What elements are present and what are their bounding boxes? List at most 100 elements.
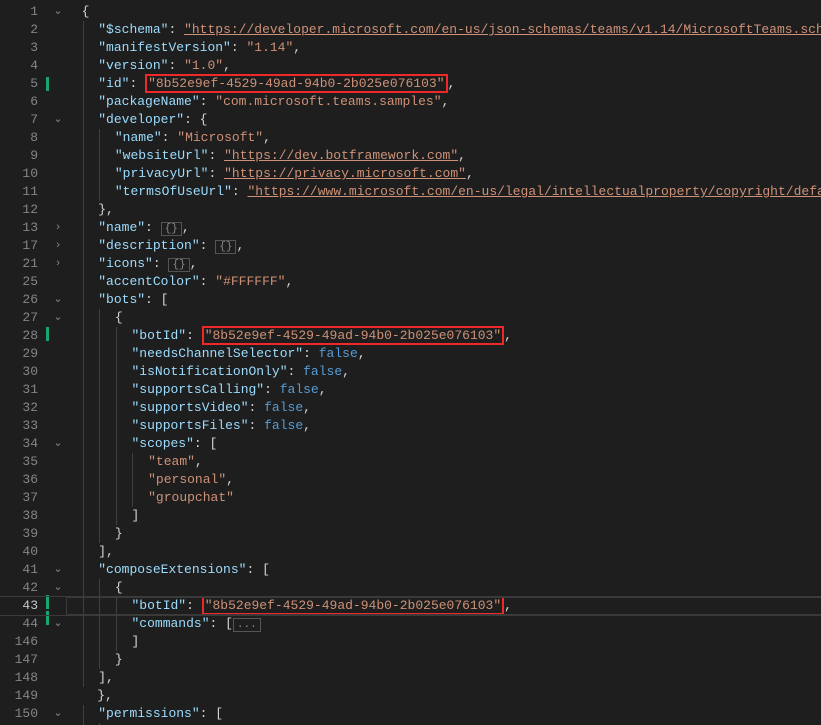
line-number: 8 [0, 129, 38, 147]
code-line[interactable]: "privacyUrl": "https://privacy.microsoft… [66, 165, 821, 183]
fold-closed-icon[interactable] [50, 237, 66, 255]
json-string: "personal" [148, 472, 226, 487]
json-key: "version" [98, 58, 168, 73]
json-key: "composeExtensions" [98, 562, 246, 577]
fold-closed-icon[interactable] [50, 219, 66, 237]
collapsed-region[interactable]: {} [215, 240, 236, 254]
code-line[interactable]: ] [66, 507, 821, 525]
line-number: 27 [0, 309, 38, 327]
json-link[interactable]: "https://developer.microsoft.com/en-us/j… [184, 22, 821, 37]
code-line[interactable]: { [66, 3, 821, 21]
fold-open-icon[interactable] [50, 705, 66, 723]
code-line[interactable]: "botId": "8b52e9ef-4529-49ad-94b0-2b025e… [66, 597, 821, 615]
code-line[interactable]: "scopes": [ [66, 435, 821, 453]
code-line[interactable]: ], [66, 669, 821, 687]
punctuation: }, [82, 688, 113, 703]
code-line[interactable]: "description": {}, [66, 237, 821, 255]
code-line[interactable]: "team", [66, 453, 821, 471]
json-boolean: false [264, 400, 303, 415]
blank [50, 39, 66, 57]
fold-open-icon[interactable] [50, 579, 66, 597]
code-line[interactable]: "termsOfUseUrl": "https://www.microsoft.… [66, 183, 821, 201]
code-line[interactable]: "packageName": "com.microsoft.teams.samp… [66, 93, 821, 111]
code-line[interactable]: "developer": { [66, 111, 821, 129]
fold-column[interactable] [50, 0, 66, 725]
code-line[interactable]: "id": "8b52e9ef-4529-49ad-94b0-2b025e076… [66, 75, 821, 93]
line-number: 38 [0, 507, 38, 525]
json-link[interactable]: "https://www.microsoft.com/en-us/legal/i… [248, 184, 821, 199]
json-string: "1.0" [184, 58, 223, 73]
fold-open-icon[interactable] [50, 291, 66, 309]
line-number: 25 [0, 273, 38, 291]
punctuation: : [249, 400, 265, 415]
code-line[interactable]: "$schema": "https://developer.microsoft.… [66, 21, 821, 39]
line-number: 44 [0, 615, 38, 633]
blank [50, 543, 66, 561]
code-line[interactable]: }, [66, 201, 821, 219]
punctuation: : [168, 58, 184, 73]
json-link[interactable]: "https://dev.botframework.com" [224, 148, 458, 163]
punctuation: , [226, 472, 234, 487]
code-line[interactable]: "groupchat" [66, 489, 821, 507]
code-line[interactable]: "manifestVersion": "1.14", [66, 39, 821, 57]
json-string: "8b52e9ef-4529-49ad-94b0-2b025e076103" [205, 598, 501, 613]
code-line[interactable]: "supportsCalling": false, [66, 381, 821, 399]
json-link[interactable]: "https://privacy.microsoft.com" [224, 166, 466, 181]
code-line[interactable]: ], [66, 543, 821, 561]
code-line[interactable]: "icons": {}, [66, 255, 821, 273]
line-number: 150 [0, 705, 38, 723]
code-line[interactable]: } [66, 525, 821, 543]
punctuation: : [ [145, 292, 168, 307]
punctuation: } [115, 652, 123, 667]
fold-open-icon[interactable] [50, 111, 66, 129]
code-content[interactable]: { "$schema": "https://developer.microsof… [66, 0, 821, 725]
punctuation: : [231, 40, 247, 55]
code-line[interactable]: "name": "Microsoft", [66, 129, 821, 147]
code-line[interactable]: { [66, 309, 821, 327]
code-line[interactable]: "supportsVideo": false, [66, 399, 821, 417]
punctuation: , [504, 598, 512, 613]
code-line[interactable]: "bots": [ [66, 291, 821, 309]
modified-indicator [46, 77, 49, 91]
fold-open-icon[interactable] [50, 561, 66, 579]
line-number: 33 [0, 417, 38, 435]
collapsed-region[interactable]: {} [168, 258, 189, 272]
collapsed-region[interactable]: {} [161, 222, 182, 236]
collapsed-region[interactable]: ... [233, 618, 261, 632]
highlighted-value: "8b52e9ef-4529-49ad-94b0-2b025e076103" [202, 326, 504, 345]
json-string: "Microsoft" [177, 130, 263, 145]
line-number: 32 [0, 399, 38, 417]
code-line[interactable]: "supportsFiles": false, [66, 417, 821, 435]
code-line[interactable]: "websiteUrl": "https://dev.botframework.… [66, 147, 821, 165]
blank [50, 399, 66, 417]
code-line[interactable]: "permissions": [ [66, 705, 821, 723]
code-line[interactable]: } [66, 651, 821, 669]
fold-closed-icon[interactable] [50, 255, 66, 273]
punctuation: : [208, 148, 224, 163]
blank [50, 345, 66, 363]
code-line[interactable]: { [66, 579, 821, 597]
code-line[interactable]: "botId": "8b52e9ef-4529-49ad-94b0-2b025e… [66, 327, 821, 345]
punctuation: ], [98, 670, 114, 685]
code-line[interactable]: "personal", [66, 471, 821, 489]
line-number: 37 [0, 489, 38, 507]
code-line[interactable]: ] [66, 633, 821, 651]
code-line[interactable]: "commands": [... [66, 615, 821, 633]
fold-open-icon[interactable] [50, 309, 66, 327]
json-key: "supportsCalling" [131, 382, 264, 397]
code-line[interactable]: "name": {}, [66, 219, 821, 237]
fold-open-icon[interactable] [50, 615, 66, 633]
code-line[interactable]: "accentColor": "#FFFFFF", [66, 273, 821, 291]
code-line[interactable]: }, [66, 687, 821, 705]
punctuation: , [358, 346, 366, 361]
code-line[interactable]: "needsChannelSelector": false, [66, 345, 821, 363]
fold-open-icon[interactable] [50, 435, 66, 453]
line-number: 40 [0, 543, 38, 561]
blank [50, 75, 66, 93]
fold-open-icon[interactable] [50, 3, 66, 21]
code-editor[interactable]: 1234567891011121317212526272829303132333… [0, 0, 821, 725]
code-line[interactable]: "version": "1.0", [66, 57, 821, 75]
line-number: 39 [0, 525, 38, 543]
code-line[interactable]: "isNotificationOnly": false, [66, 363, 821, 381]
code-line[interactable]: "composeExtensions": [ [66, 561, 821, 579]
